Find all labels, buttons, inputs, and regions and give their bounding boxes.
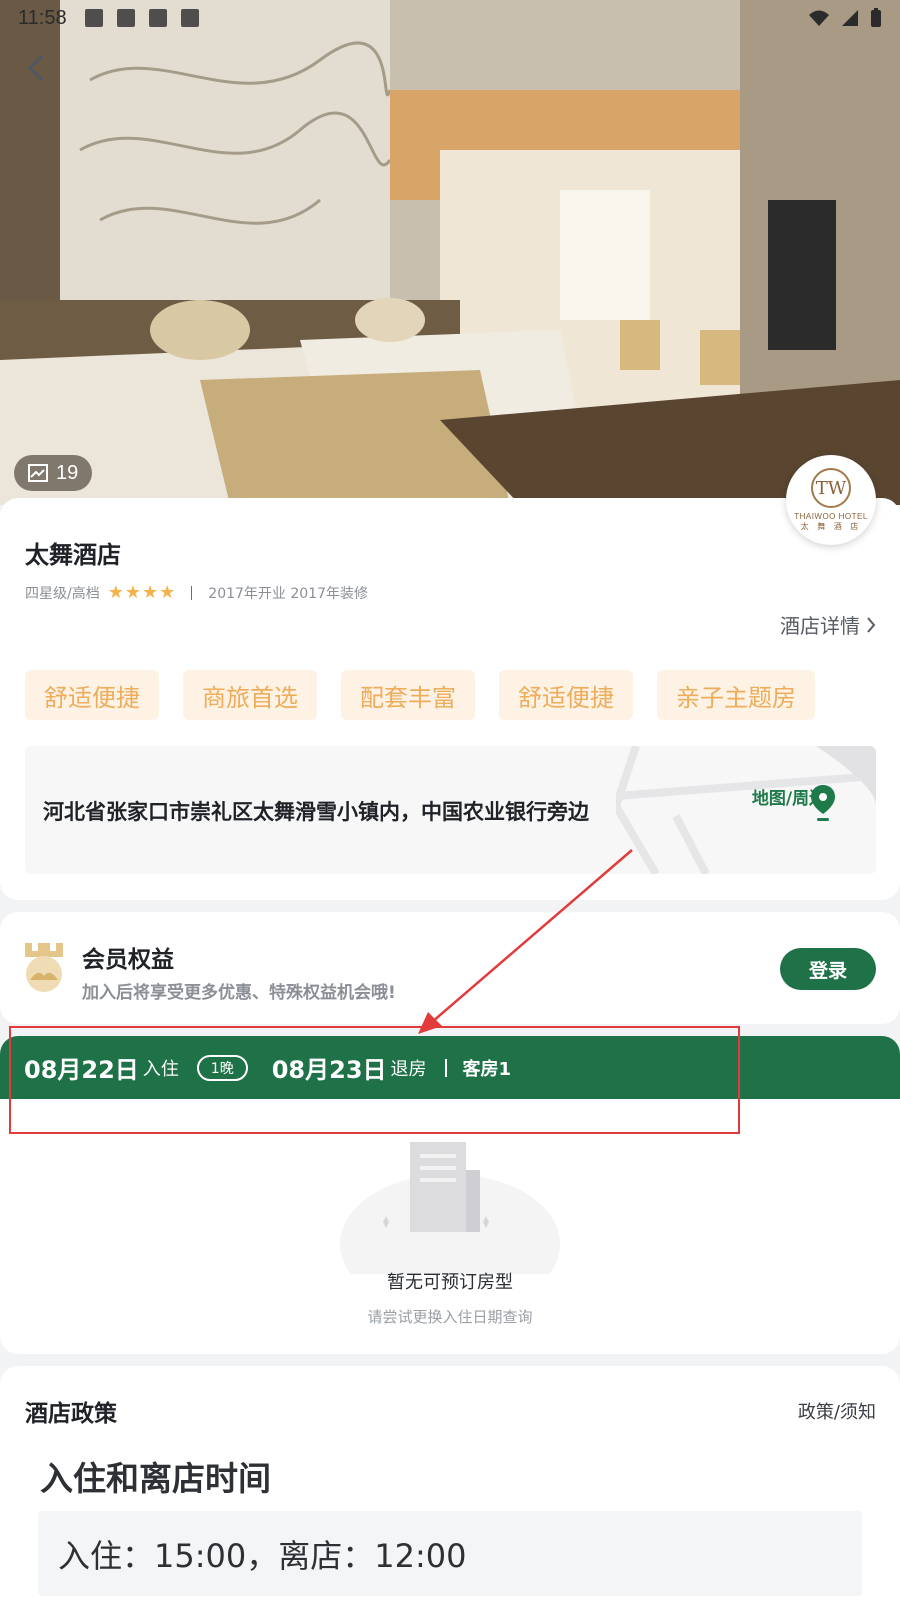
empty-hotel-illustration	[340, 1142, 560, 1274]
room-photo	[0, 0, 900, 505]
wifi-icon	[809, 10, 829, 26]
battery-icon	[871, 8, 881, 27]
location-pin-icon	[811, 785, 835, 821]
opened-renovated: 2017年开业 2017年装修	[208, 585, 368, 602]
checkin-checkout-times: 入住：15:00，离店：12:00	[38, 1511, 862, 1596]
status-time: 11:58	[18, 6, 67, 29]
login-button[interactable]: 登录	[780, 948, 876, 990]
hotel-address: 河北省张家口市崇礼区太舞滑雪小镇内，中国农业银行旁边	[43, 800, 589, 824]
signal-icon	[842, 10, 858, 26]
address-box[interactable]: 河北省张家口市崇礼区太舞滑雪小镇内，中国农业银行旁边 地图/周边	[25, 746, 876, 874]
member-title: 会员权益	[82, 947, 174, 973]
member-subtitle: 加入后将享受更多优惠、特殊权益机会哦!	[82, 983, 396, 1003]
hotel-policy-card: 酒店政策 政策/须知 入住和离店时间 入住：15:00，离店：12:00	[0, 1366, 900, 1600]
checkin-checkout-heading: 入住和离店时间	[40, 1459, 271, 1498]
hotel-tag: 商旅首选	[183, 670, 317, 720]
hotel-hero-photo[interactable]: 11:58 19	[0, 0, 900, 505]
hotel-tag: 配套丰富	[341, 670, 475, 720]
hotel-logo: TW THAIWOO HOTEL 太 舞 酒 店	[786, 455, 876, 545]
member-crown-icon	[25, 943, 63, 992]
map-thumbnail	[616, 746, 876, 874]
star-icon: ★	[159, 582, 176, 603]
photo-count: 19	[56, 461, 79, 484]
map-nearby-link[interactable]: 地图/周边	[742, 784, 836, 821]
back-arrow-icon[interactable]	[22, 50, 52, 86]
meta-divider	[191, 585, 193, 600]
sim-notification-icon	[180, 9, 199, 27]
download-notification-icon	[148, 9, 167, 27]
rating-label: 四星级/高档	[25, 585, 100, 602]
star-icon: ★	[124, 582, 141, 603]
hotel-info-card: 太舞酒店 四星级/高档 ★ ★ ★ ★ 2017年开业 2017年装修 酒店详情…	[0, 498, 900, 900]
member-benefits-card: 会员权益 加入后将享受更多优惠、特殊权益机会哦! 登录	[0, 912, 900, 1024]
hotel-tag: 舒适便捷	[25, 670, 159, 720]
hotel-tag: 舒适便捷	[499, 670, 633, 720]
star-rating: ★ ★ ★ ★	[108, 582, 176, 603]
annotation-highlight-box	[9, 1026, 740, 1134]
logo-name-en: THAIWOO HOTEL	[794, 512, 868, 521]
logo-name-cn: 太 舞 酒 店	[800, 522, 862, 531]
logo-monogram: TW	[811, 468, 851, 508]
photo-count-badge[interactable]: 19	[14, 455, 93, 491]
gallery-notification-icon	[84, 9, 103, 27]
hotel-meta: 四星级/高档 ★ ★ ★ ★ 2017年开业 2017年装修	[25, 582, 368, 603]
policy-title: 酒店政策	[25, 1401, 117, 1427]
app-notification-icon	[116, 9, 135, 27]
chevron-right-icon	[867, 616, 876, 633]
image-icon	[28, 464, 48, 482]
hotel-name: 太舞酒店	[25, 541, 121, 569]
empty-state-subtitle: 请尝试更换入住日期查询	[367, 1308, 533, 1326]
hotel-tag: 亲子主题房	[657, 670, 815, 720]
status-bar: 11:58	[0, 0, 900, 36]
hotel-detail-label: 酒店详情	[780, 614, 860, 638]
policy-notice-link[interactable]: 政策/须知	[798, 1398, 876, 1424]
star-icon: ★	[107, 582, 124, 603]
hotel-tags: 舒适便捷 商旅首选 配套丰富 舒适便捷 亲子主题房	[25, 670, 815, 720]
hotel-detail-link[interactable]: 酒店详情	[780, 610, 876, 639]
empty-state-title: 暂无可预订房型	[387, 1272, 513, 1293]
star-icon: ★	[142, 582, 159, 603]
